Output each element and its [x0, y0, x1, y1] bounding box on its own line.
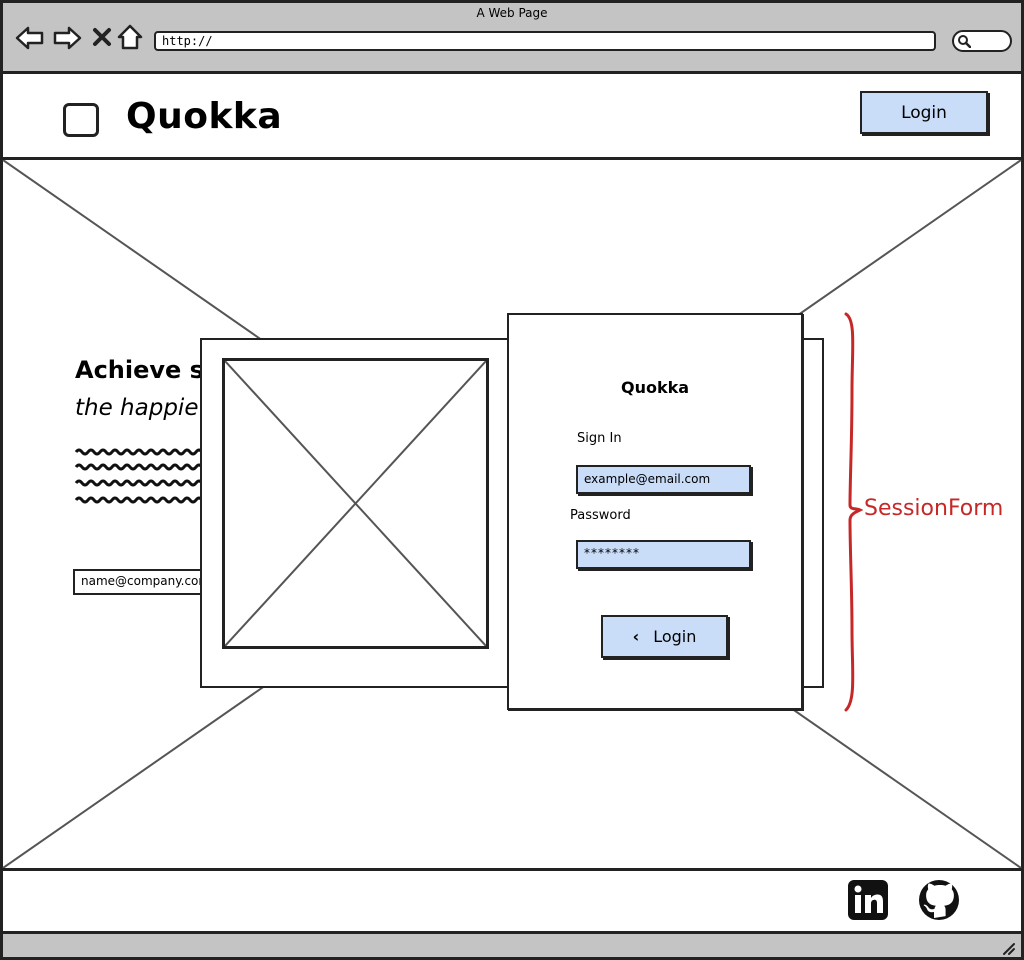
chevron-left-icon: ‹ [632, 627, 640, 646]
placeholder-text-scribble [74, 448, 204, 504]
close-icon[interactable] [92, 27, 112, 47]
window-title: A Web Page [476, 6, 548, 20]
search-icon [958, 35, 971, 48]
modal-image-placeholder [222, 358, 489, 649]
sign-in-label: Sign In [577, 431, 622, 446]
browser-search-box[interactable] [952, 30, 1012, 52]
resize-grip-icon[interactable] [1000, 940, 1016, 956]
linkedin-icon[interactable] [848, 880, 888, 920]
back-arrow-icon[interactable] [15, 26, 45, 50]
annotation-label: SessionForm [864, 496, 1004, 521]
annotation-brace [844, 312, 864, 712]
email-field[interactable]: example@email.com [576, 465, 751, 494]
session-login-button[interactable]: ‹ Login [601, 615, 728, 658]
hero-email-input[interactable]: name@company.com [73, 569, 213, 595]
password-label: Password [570, 508, 631, 523]
brand-name: Quokka [126, 96, 283, 137]
session-login-label: Login [653, 627, 697, 646]
hero-heading: Achieve s [75, 356, 204, 384]
home-icon[interactable] [117, 24, 143, 50]
url-bar[interactable]: http:// [154, 31, 936, 51]
password-field[interactable]: ******** [576, 540, 751, 569]
forward-arrow-icon[interactable] [52, 26, 82, 50]
session-form-title: Quokka [620, 378, 690, 397]
header-login-button[interactable]: Login [860, 91, 988, 134]
hero-subheading: the happie [75, 395, 199, 421]
github-icon[interactable] [918, 879, 960, 921]
logo-icon [63, 103, 99, 137]
browser-status-bar [0, 932, 1024, 960]
